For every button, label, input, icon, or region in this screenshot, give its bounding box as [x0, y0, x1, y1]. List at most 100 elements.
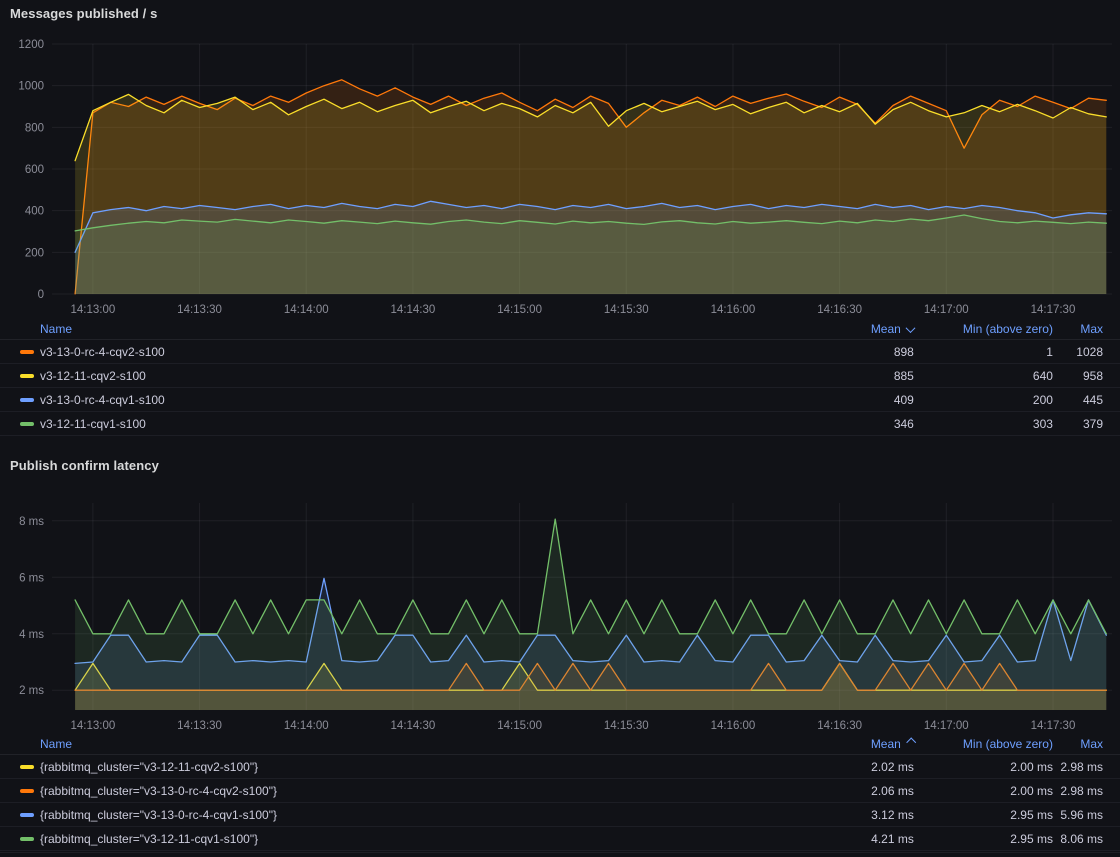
series-v3-12-11-cqv1-s100[interactable] [75, 215, 1106, 294]
legend-row[interactable]: {rabbitmq_cluster="v3-13-0-rc-4-cqv2-s10… [0, 779, 1120, 803]
series-name-cell: v3-13-0-rc-4-cqv2-s100 [0, 340, 762, 364]
series-mean: 409 [762, 388, 914, 412]
series-name-cell: {rabbitmq_cluster="v3-13-0-rc-4-cqv2-s10… [0, 779, 762, 803]
y-tick-label: 8 ms [19, 516, 44, 528]
x-tick-label: 14:14:00 [284, 720, 329, 732]
y-tick-label: 6 ms [19, 572, 44, 584]
y-tick-label: 200 [25, 247, 44, 259]
legend-header-name[interactable]: Name [0, 733, 762, 755]
y-tick-label: 600 [25, 164, 44, 176]
series-color-swatch[interactable] [20, 789, 34, 793]
legend-row[interactable]: v3-12-11-cqv1-s100346303379 [0, 412, 1120, 436]
y-tick-label: 2 ms [19, 685, 44, 697]
legend-header-min[interactable]: Min (above zero) [914, 733, 1053, 755]
series-color-swatch[interactable] [20, 398, 34, 402]
series-min: 2.95 ms [914, 827, 1053, 851]
series-name[interactable]: v3-13-0-rc-4-cqv1-s100 [40, 393, 165, 407]
series-fill [75, 519, 1106, 710]
series-name-cell: {rabbitmq_cluster="v3-12-11-cqv1-s100"} [0, 827, 762, 851]
series-color-swatch[interactable] [20, 813, 34, 817]
legend-header-max[interactable]: Max [1053, 318, 1120, 340]
series-name-cell: v3-13-0-rc-4-cqv1-s100 [0, 388, 762, 412]
series-color-swatch[interactable] [20, 422, 34, 426]
legend-row[interactable]: v3-13-0-rc-4-cqv1-s100 409200445 [0, 388, 1120, 412]
series-color-swatch[interactable] [20, 374, 34, 378]
series-color-swatch[interactable] [20, 350, 34, 354]
legend-header-row: Name Mean Min (above zero) Max [0, 318, 1120, 340]
time-series-chart-messages[interactable]: 02004006008001000120014:13:0014:13:3014:… [0, 28, 1120, 318]
panel-title[interactable]: Messages published / s [0, 0, 1120, 28]
series-mean: 898 [762, 340, 914, 364]
series-max: 445 [1053, 388, 1120, 412]
x-tick-label: 14:15:00 [497, 720, 542, 732]
legend-row[interactable]: {rabbitmq_cluster="v3-12-11-cqv1-s100"} 4… [0, 827, 1120, 851]
legend-row[interactable]: v3-13-0-rc-4-cqv2-s100 89811028 [0, 340, 1120, 364]
x-tick-label: 14:13:00 [71, 304, 116, 316]
panel-divider [0, 852, 1120, 856]
series-fill [75, 215, 1106, 294]
series--rabbitmq-cluster-v3-12-11-cqv1-s100-[interactable] [75, 519, 1106, 710]
series-max: 8.06 ms [1053, 827, 1120, 851]
series-name[interactable]: v3-12-11-cqv1-s100 [40, 417, 146, 431]
series-name[interactable]: v3-12-11-cqv2-s100 [40, 369, 146, 383]
series-min: 640 [914, 364, 1053, 388]
series-min: 2.00 ms [914, 779, 1053, 803]
legend-row[interactable]: v3-12-11-cqv2-s100885640958 [0, 364, 1120, 388]
legend-header-mean[interactable]: Mean [762, 733, 914, 755]
series-max: 1028 [1053, 340, 1120, 364]
legend-header-min[interactable]: Min (above zero) [914, 318, 1053, 340]
x-tick-label: 14:14:30 [391, 720, 436, 732]
legend-header-max[interactable]: Max [1053, 733, 1120, 755]
time-series-chart-latency[interactable]: 2 ms4 ms6 ms8 ms14:13:0014:13:3014:14:00… [0, 480, 1120, 733]
series-mean: 4.21 ms [762, 827, 914, 851]
series-name[interactable]: {rabbitmq_cluster="v3-12-11-cqv1-s100"} [40, 832, 258, 846]
series-max: 2.98 ms [1053, 779, 1120, 803]
series-mean: 2.06 ms [762, 779, 914, 803]
series-color-swatch[interactable] [20, 837, 34, 841]
y-tick-label: 1200 [18, 39, 44, 51]
x-tick-label: 14:16:30 [817, 720, 862, 732]
legend-table: Name Mean Min (above zero) Max v3-13-0-r… [0, 318, 1120, 436]
series-name-cell: v3-12-11-cqv1-s100 [0, 412, 762, 436]
series-min: 200 [914, 388, 1053, 412]
legend-header-mean[interactable]: Mean [762, 318, 914, 340]
x-tick-label: 14:15:30 [604, 304, 649, 316]
series-max: 958 [1053, 364, 1120, 388]
y-tick-label: 4 ms [19, 629, 44, 641]
panel-messages-published: Messages published / s 02004006008001000… [0, 0, 1120, 436]
series-mean: 346 [762, 412, 914, 436]
grafana-dashboard: Messages published / s 02004006008001000… [0, 0, 1120, 857]
series-name-cell: {rabbitmq_cluster="v3-13-0-rc-4-cqv1-s10… [0, 803, 762, 827]
series-name[interactable]: v3-13-0-rc-4-cqv2-s100 [40, 345, 165, 359]
series-name[interactable]: {rabbitmq_cluster="v3-13-0-rc-4-cqv2-s10… [40, 784, 277, 798]
legend-row[interactable]: {rabbitmq_cluster="v3-13-0-rc-4-cqv1-s10… [0, 803, 1120, 827]
legend-header-row: Name Mean Min (above zero) Max [0, 733, 1120, 755]
x-tick-label: 14:16:00 [711, 304, 756, 316]
series-name-cell: {rabbitmq_cluster="v3-12-11-cqv2-s100"} [0, 755, 762, 779]
legend-table: Name Mean Min (above zero) Max {rabbitmq… [0, 733, 1120, 851]
series-min: 1 [914, 340, 1053, 364]
panel-title[interactable]: Publish confirm latency [0, 452, 1120, 480]
x-tick-label: 14:17:00 [924, 304, 969, 316]
series-min: 303 [914, 412, 1053, 436]
x-tick-label: 14:14:30 [391, 304, 436, 316]
x-tick-label: 14:13:30 [177, 304, 222, 316]
y-tick-label: 800 [25, 122, 44, 134]
sort-caret-icon [905, 323, 915, 333]
series-name[interactable]: {rabbitmq_cluster="v3-12-11-cqv2-s100"} [40, 760, 258, 774]
series-mean: 3.12 ms [762, 803, 914, 827]
series-name-cell: v3-12-11-cqv2-s100 [0, 364, 762, 388]
x-tick-label: 14:17:30 [1031, 720, 1076, 732]
series-color-swatch[interactable] [20, 765, 34, 769]
x-tick-label: 14:15:30 [604, 720, 649, 732]
legend-row[interactable]: {rabbitmq_cluster="v3-12-11-cqv2-s100"} 2… [0, 755, 1120, 779]
x-tick-label: 14:17:30 [1031, 304, 1076, 316]
series-mean: 2.02 ms [762, 755, 914, 779]
y-tick-label: 0 [38, 289, 44, 301]
x-tick-label: 14:15:00 [497, 304, 542, 316]
panel-publish-confirm-latency: Publish confirm latency 2 ms 4 ms 6 ms 8 ms… [0, 452, 1120, 851]
series-name[interactable]: {rabbitmq_cluster="v3-13-0-rc-4-cqv1-s10… [40, 808, 277, 822]
y-tick-label: 400 [25, 206, 44, 218]
legend-header-name[interactable]: Name [0, 318, 762, 340]
x-tick-label: 14:13:00 [71, 720, 116, 732]
